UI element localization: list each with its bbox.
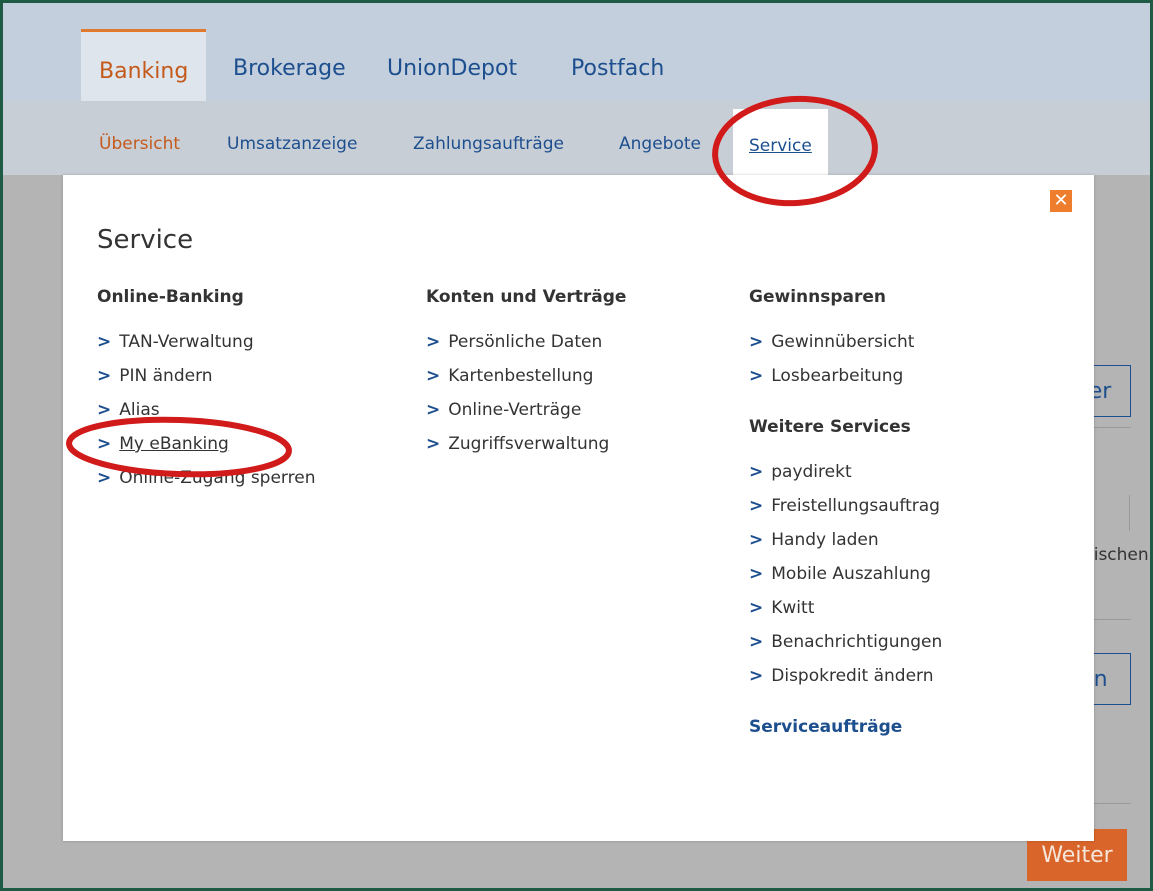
- close-icon: ✕: [1053, 190, 1069, 211]
- chevron-right-icon: >: [426, 366, 441, 386]
- chevron-right-icon: >: [426, 400, 441, 420]
- chevron-right-icon: >: [97, 468, 112, 488]
- link-paydirekt[interactable]: > paydirekt: [749, 455, 942, 489]
- column-heading: Weitere Services: [749, 417, 911, 437]
- sub-navigation: Übersicht Umsatzanzeige Zahlungsaufträge…: [3, 101, 1150, 176]
- link-losbearbeitung[interactable]: > Losbearbeitung: [749, 359, 942, 393]
- column-heading: Online-Banking: [97, 287, 244, 307]
- link-label: Kwitt: [771, 598, 815, 618]
- app-window: Banking Brokerage UnionDepot Postfach Üb…: [0, 0, 1153, 891]
- chevron-right-icon: >: [749, 632, 764, 652]
- chevron-right-icon: >: [97, 400, 112, 420]
- link-label: TAN-Verwaltung: [119, 332, 254, 352]
- link-label: Freistellungsauftrag: [771, 496, 940, 516]
- subtab-uebersicht[interactable]: Übersicht: [99, 101, 180, 175]
- chevron-right-icon: >: [749, 366, 764, 386]
- link-label: paydirekt: [771, 462, 852, 482]
- subtab-zahlungsauftraege[interactable]: Zahlungsaufträge: [413, 101, 564, 175]
- link-serviceauftraege[interactable]: Serviceaufträge: [749, 717, 942, 741]
- link-pin-aendern[interactable]: > PIN ändern: [97, 359, 315, 393]
- column-online-banking: Online-Banking > TAN-Verwaltung > PIN ände…: [97, 287, 315, 495]
- link-online-zugang-sperren[interactable]: > Online-Zugang sperren: [97, 461, 315, 495]
- link-label: My eBanking: [119, 434, 229, 454]
- tab-banking[interactable]: Banking: [81, 29, 207, 101]
- link-freistellungsauftrag[interactable]: > Freistellungsauftrag: [749, 489, 942, 523]
- link-gewinnuebersicht[interactable]: > Gewinnübersicht: [749, 325, 942, 359]
- background-text: lischen: [1091, 545, 1150, 565]
- link-kartenbestellung[interactable]: > Kartenbestellung: [426, 359, 626, 393]
- subtab-angebote[interactable]: Angebote: [619, 101, 701, 175]
- chevron-right-icon: >: [749, 666, 764, 686]
- column-heading: Konten und Verträge: [426, 287, 627, 307]
- link-label: Persönliche Daten: [448, 332, 603, 352]
- link-online-vertraege[interactable]: > Online-Verträge: [426, 393, 626, 427]
- chevron-right-icon: >: [749, 564, 764, 584]
- chevron-right-icon: >: [749, 462, 764, 482]
- close-button[interactable]: ✕: [1050, 190, 1072, 212]
- chevron-right-icon: >: [426, 434, 441, 454]
- link-label: Mobile Auszahlung: [771, 564, 931, 584]
- subtab-umsatzanzeige[interactable]: Umsatzanzeige: [227, 101, 357, 175]
- chevron-right-icon: >: [97, 332, 112, 352]
- link-label: Handy laden: [771, 530, 879, 550]
- link-label: Zugriffsverwaltung: [448, 434, 610, 454]
- link-label: Gewinnübersicht: [771, 332, 915, 352]
- tab-postfach[interactable]: Postfach: [553, 29, 682, 101]
- tab-uniondepot[interactable]: UnionDepot: [369, 29, 535, 101]
- divider: [1129, 495, 1130, 531]
- chevron-right-icon: >: [749, 332, 764, 352]
- service-modal: ✕ Service Online-Banking > TAN-Verwaltung…: [63, 175, 1094, 841]
- modal-title: Service: [97, 225, 194, 255]
- link-label: Benachrichtigungen: [771, 632, 943, 652]
- link-label: Online-Zugang sperren: [119, 468, 316, 488]
- link-dispokredit-aendern[interactable]: > Dispokredit ändern: [749, 659, 942, 693]
- link-zugriffsverwaltung[interactable]: > Zugriffsverwaltung: [426, 427, 626, 461]
- chevron-right-icon: >: [749, 496, 764, 516]
- column-gewinnsparen: Gewinnsparen > Gewinnübersicht > Losbearbe…: [749, 287, 942, 755]
- link-tan-verwaltung[interactable]: > TAN-Verwaltung: [97, 325, 315, 359]
- column-heading: Gewinnsparen: [749, 287, 886, 307]
- background-text-label: lischen: [1091, 545, 1149, 565]
- link-my-ebanking[interactable]: > My eBanking: [97, 427, 315, 461]
- link-label: Dispokredit ändern: [771, 666, 934, 686]
- link-handy-laden[interactable]: > Handy laden: [749, 523, 942, 557]
- link-alias[interactable]: > Alias: [97, 393, 315, 427]
- link-persoenliche-daten[interactable]: > Persönliche Daten: [426, 325, 626, 359]
- chevron-right-icon: >: [749, 530, 764, 550]
- chevron-right-icon: >: [97, 366, 112, 386]
- subtab-service[interactable]: Service: [733, 109, 828, 175]
- link-label: Alias: [119, 400, 160, 420]
- link-label: Online-Verträge: [448, 400, 582, 420]
- link-label: Kartenbestellung: [448, 366, 594, 386]
- tab-brokerage[interactable]: Brokerage: [215, 29, 364, 101]
- chevron-right-icon: >: [426, 332, 441, 352]
- link-kwitt[interactable]: > Kwitt: [749, 591, 942, 625]
- link-mobile-auszahlung[interactable]: > Mobile Auszahlung: [749, 557, 942, 591]
- chevron-right-icon: >: [97, 434, 112, 454]
- link-label: Losbearbeitung: [771, 366, 904, 386]
- column-konten-vertraege: Konten und Verträge > Persönliche Daten >…: [426, 287, 626, 461]
- link-benachrichtigungen[interactable]: > Benachrichtigungen: [749, 625, 942, 659]
- chevron-right-icon: >: [749, 598, 764, 618]
- link-label: PIN ändern: [119, 366, 213, 386]
- main-navigation: Banking Brokerage UnionDepot Postfach: [3, 3, 1150, 101]
